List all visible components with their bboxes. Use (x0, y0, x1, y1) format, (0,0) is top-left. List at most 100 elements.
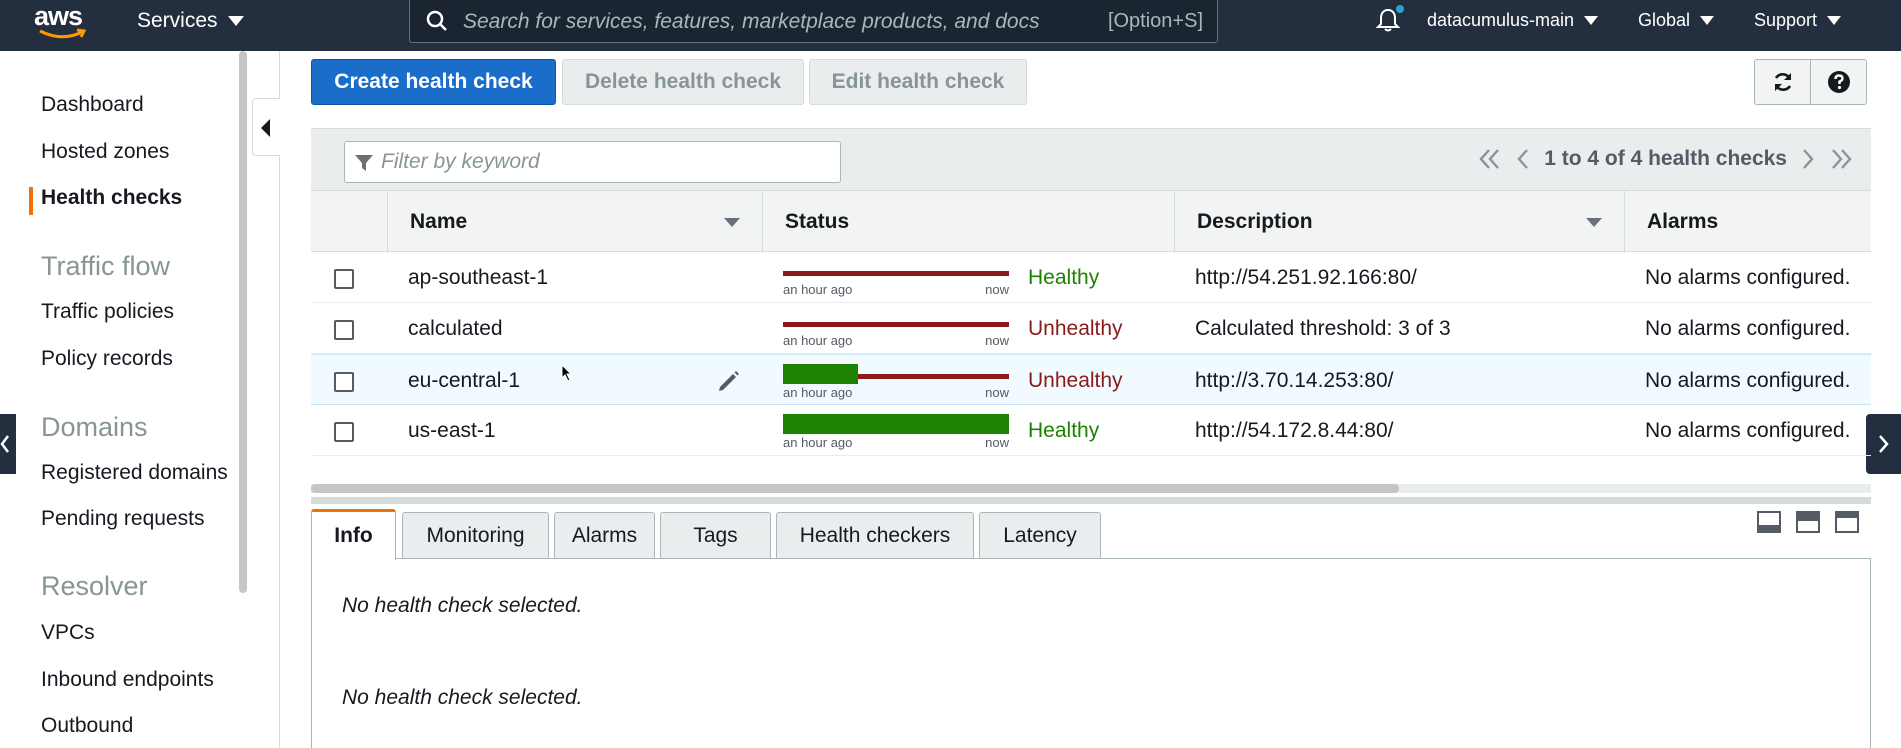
panel-minimize-icon[interactable] (1757, 511, 1781, 533)
left-edge-tab[interactable] (0, 414, 16, 474)
sidebar-item-hosted-zones[interactable]: Hosted zones (41, 140, 169, 164)
first-page-icon[interactable] (1478, 148, 1502, 170)
row-checkbox[interactable] (334, 269, 354, 289)
next-page-icon[interactable] (1801, 148, 1815, 170)
row-description: http://54.172.8.44:80/ (1195, 418, 1394, 442)
search-input[interactable]: Search for services, features, marketpla… (409, 0, 1218, 43)
row-alarms: No alarms configured. (1645, 316, 1851, 340)
account-menu[interactable]: datacumulus-main (1427, 10, 1599, 31)
row-name[interactable]: us-east-1 (408, 405, 496, 456)
sparkline-unhealthy-bar (783, 322, 1009, 327)
health-checks-table: 1 to 4 of 4 health checks Name Status De… (311, 128, 1871, 456)
search-icon (426, 10, 447, 31)
help-icon (1827, 71, 1850, 93)
panel-half-icon[interactable] (1796, 511, 1820, 533)
tab-tags[interactable]: Tags (660, 512, 771, 559)
tab-health-checkers[interactable]: Health checkers (776, 512, 974, 559)
row-status: Healthy (1028, 418, 1100, 442)
row-name[interactable]: calculated (408, 303, 503, 354)
column-header-name[interactable]: Name (387, 191, 762, 253)
sidebar-item-policy-records[interactable]: Policy records (41, 347, 173, 371)
mouse-cursor-icon (561, 364, 573, 382)
filter-field[interactable] (344, 141, 841, 183)
tab-latency[interactable]: Latency (979, 512, 1101, 559)
sidebar-item-vpcs[interactable]: VPCs (41, 621, 95, 645)
sidebar-section-domains: Domains (41, 412, 148, 442)
sidebar-item-pending-requests[interactable]: Pending requests (41, 507, 204, 531)
table-horizontal-scrollbar[interactable] (311, 484, 1871, 493)
edit-health-check-button[interactable]: Edit health check (809, 59, 1027, 105)
row-alarms: No alarms configured. (1645, 368, 1851, 392)
row-alarms: No alarms configured. (1645, 265, 1851, 289)
tab-monitoring[interactable]: Monitoring (402, 512, 549, 559)
region-menu[interactable]: Global (1638, 10, 1715, 31)
help-panel-toggle[interactable] (1866, 414, 1901, 474)
aws-smile-icon (39, 28, 86, 39)
column-header-alarms[interactable]: Alarms (1624, 191, 1871, 253)
filter-input[interactable] (381, 148, 821, 176)
aws-logo-text: aws (34, 1, 83, 31)
support-menu[interactable]: Support (1754, 10, 1842, 31)
sidebar-item-health-checks[interactable]: Health checks (41, 186, 182, 210)
filter-icon (355, 155, 373, 171)
chevron-left-icon (0, 435, 9, 453)
row-checkbox[interactable] (334, 422, 354, 442)
last-page-icon[interactable] (1829, 148, 1853, 170)
collapse-sidebar-button[interactable] (252, 98, 280, 156)
sparkline-end-label: now (985, 435, 1009, 450)
row-name[interactable]: eu-central-1 (408, 355, 520, 406)
column-header-description[interactable]: Description (1174, 191, 1624, 253)
sparkline-unhealthy-bar (783, 271, 1009, 276)
sidebar-item-dashboard[interactable]: Dashboard (41, 93, 144, 117)
row-status: Unhealthy (1028, 316, 1123, 340)
sidebar-item-registered-domains[interactable]: Registered domains (41, 461, 228, 485)
status-sparkline: an hour ago now (783, 364, 1009, 400)
row-checkbox[interactable] (334, 320, 354, 340)
tab-alarms[interactable]: Alarms (554, 512, 655, 559)
table-row[interactable]: ap-southeast-1 an hour ago now Healthy h… (311, 252, 1871, 303)
sort-caret-icon[interactable] (724, 218, 740, 227)
status-sparkline: an hour ago now (783, 414, 1009, 450)
sidebar-item-outbound[interactable]: Outbound (41, 714, 133, 738)
refresh-button[interactable] (1754, 59, 1811, 105)
row-description: http://54.251.92.166:80/ (1195, 265, 1417, 289)
sidebar: Dashboard Hosted zones Health checks Tra… (0, 51, 240, 748)
sidebar-item-inbound-endpoints[interactable]: Inbound endpoints (41, 668, 214, 692)
sidebar-scrollbar[interactable] (239, 51, 247, 593)
help-button[interactable] (1810, 59, 1867, 105)
sparkline-healthy-bar (783, 364, 858, 384)
edit-pencil-icon[interactable] (716, 368, 742, 394)
row-checkbox[interactable] (334, 372, 354, 392)
previous-page-icon[interactable] (1516, 148, 1530, 170)
scrollbar-thumb[interactable] (311, 484, 1399, 493)
row-status: Unhealthy (1028, 368, 1123, 392)
column-header-status[interactable]: Status (762, 191, 1174, 253)
pagination: 1 to 4 of 4 health checks (1478, 147, 1853, 171)
sparkline-end-label: now (985, 385, 1009, 400)
sidebar-active-indicator (29, 187, 33, 215)
create-health-check-button[interactable]: Create health check (311, 59, 556, 105)
sort-caret-icon[interactable] (1586, 218, 1602, 227)
search-placeholder: Search for services, features, marketpla… (463, 10, 1040, 33)
panel-maximize-icon[interactable] (1835, 511, 1859, 533)
refresh-icon (1774, 73, 1791, 91)
tab-info[interactable]: Info (311, 509, 396, 560)
region-label: Global (1638, 10, 1691, 30)
sparkline-healthy-bar (783, 414, 1009, 434)
table-row[interactable]: eu-central-1 an hour ago now Unhealthy h… (311, 354, 1871, 405)
notification-dot (1396, 5, 1404, 13)
table-row[interactable]: calculated an hour ago now Unhealthy Cal… (311, 303, 1871, 354)
table-row[interactable]: us-east-1 an hour ago now Healthy http:/… (311, 405, 1871, 456)
status-sparkline: an hour ago now (783, 312, 1009, 348)
services-menu[interactable]: Services (137, 9, 244, 33)
row-name[interactable]: ap-southeast-1 (408, 252, 548, 303)
sparkline-start-label: an hour ago (783, 333, 853, 348)
panel-resize-handle[interactable] (311, 497, 1871, 504)
sidebar-item-traffic-policies[interactable]: Traffic policies (41, 300, 174, 324)
chevron-right-icon (1879, 435, 1889, 453)
account-label: datacumulus-main (1427, 10, 1575, 30)
top-navigation-bar: aws Services Search for services, featur… (0, 0, 1901, 51)
delete-health-check-button[interactable]: Delete health check (562, 59, 804, 105)
aws-logo[interactable]: aws (34, 2, 88, 44)
table-filter-bar: 1 to 4 of 4 health checks (311, 128, 1871, 190)
